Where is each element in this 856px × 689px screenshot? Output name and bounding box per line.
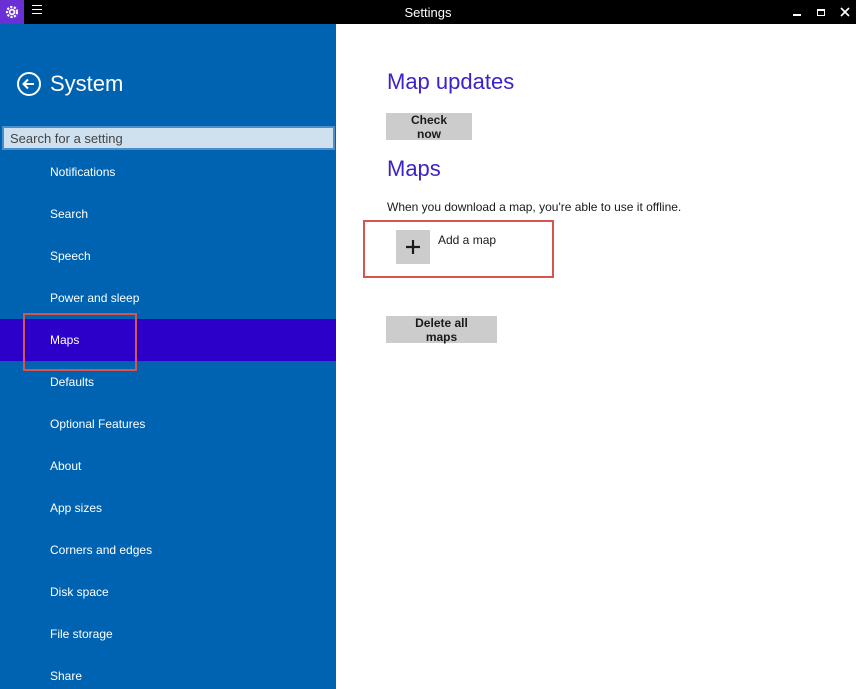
sidebar-item-speech[interactable]: Speech — [0, 235, 336, 277]
sidebar-item-share[interactable]: Share — [0, 655, 336, 689]
sidebar-header: System — [16, 70, 123, 98]
sidebar-nav: Notifications Search Speech Power and sl… — [0, 151, 336, 689]
sidebar-item-maps[interactable]: Maps — [0, 313, 336, 371]
sidebar: System Notifications Search Speech Power… — [0, 24, 336, 689]
map-updates-heading: Map updates — [387, 69, 515, 94]
back-arrow-icon[interactable] — [16, 71, 42, 97]
sidebar-item-defaults[interactable]: Defaults — [0, 361, 336, 403]
main-content: Map updates Check now Maps When you down… — [336, 24, 856, 689]
window-title: Settings — [404, 5, 452, 20]
maps-heading: Maps — [387, 156, 441, 181]
maps-description: When you download a map, you're able to … — [387, 200, 682, 214]
add-map-label: Add a map — [438, 233, 497, 247]
sidebar-item-about[interactable]: About — [0, 445, 336, 487]
sidebar-item-optional-features[interactable]: Optional Features — [0, 403, 336, 445]
search-input[interactable] — [2, 126, 335, 150]
sidebar-title: System — [50, 71, 124, 96]
add-map-button[interactable]: Add a map — [363, 220, 554, 278]
sidebar-item-notifications[interactable]: Notifications — [0, 151, 336, 193]
sidebar-item-file-storage[interactable]: File storage — [0, 613, 336, 655]
sidebar-item-search[interactable]: Search — [0, 193, 336, 235]
plus-icon[interactable] — [396, 230, 430, 264]
delete-all-maps-button[interactable]: Delete all maps — [386, 316, 497, 344]
sidebar-item-disk-space[interactable]: Disk space — [0, 571, 336, 613]
sidebar-item-app-sizes[interactable]: App sizes — [0, 487, 336, 529]
close-icon[interactable] — [830, 0, 856, 24]
title-bar: Settings — [0, 0, 856, 24]
sidebar-item-corners-and-edges[interactable]: Corners and edges — [0, 529, 336, 571]
check-now-button[interactable]: Check now — [386, 113, 472, 141]
sidebar-item-power-and-sleep[interactable]: Power and sleep — [0, 277, 336, 319]
